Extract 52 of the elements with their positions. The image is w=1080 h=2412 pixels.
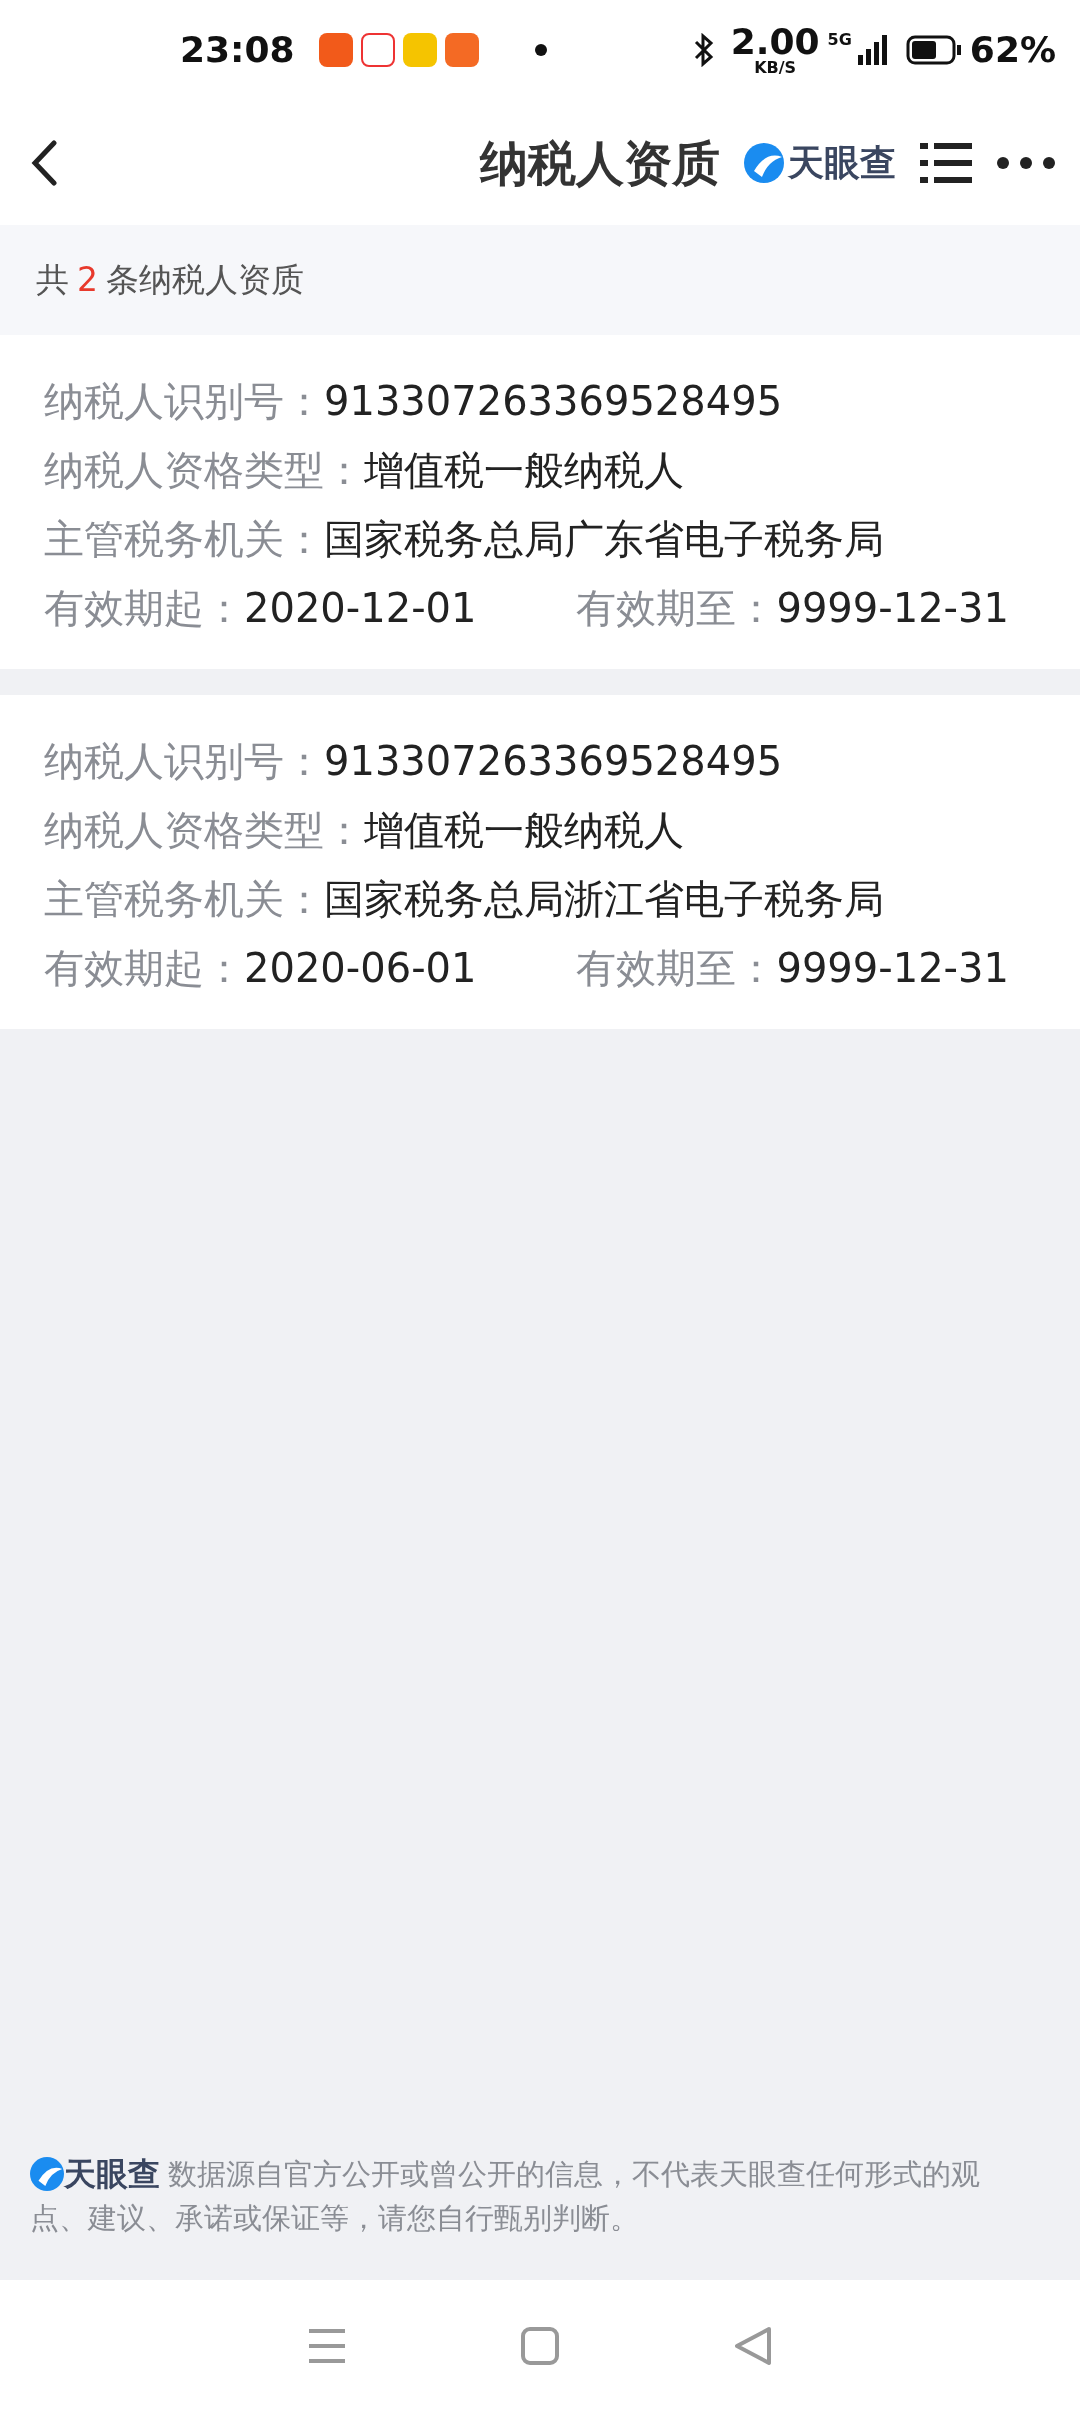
disclaimer-text: 点、建议、承诺或保证等，请您自行甄别判断。 [30,2200,640,2237]
app-icon [360,33,395,67]
field-label: 纳税人识别号： [44,377,324,426]
field-label: 纳税人资格类型： [44,446,364,495]
app-icon [402,33,437,67]
bluetooth-icon [692,33,715,67]
summary-text: 共 [36,259,69,302]
field-label: 有效期起： [44,584,244,633]
home-icon [520,2326,560,2366]
back-button[interactable] [30,139,58,186]
summary-text: 条纳税人资质 [106,259,304,302]
eye-logo-icon [30,2157,64,2191]
notification-dot-icon [534,44,547,56]
field-label: 有效期起： [44,944,244,993]
net-speed: 2.00 [730,24,820,60]
app-icon [444,33,479,67]
field-value: 国家税务总局广东省电子税务局 [324,515,884,564]
field-value: 913307263369528495 [324,377,783,426]
recents-button[interactable] [306,2326,347,2366]
eye-logo-icon [744,142,784,183]
more-icon [996,156,1056,170]
field-value: 增值税一般纳税人 [364,446,684,495]
app-icon [318,33,353,67]
result-count: 2 [77,259,98,302]
triangle-icon [733,2326,774,2366]
field-value: 增值税一般纳税人 [364,806,684,855]
brand-name: 天眼查 [788,140,896,185]
field-value: 2020-12-01 [244,584,477,633]
field-label: 主管税务机关： [44,515,324,564]
field-value: 913307263369528495 [324,737,783,786]
field-value: 2020-06-01 [244,944,477,993]
signal-icon [855,33,890,67]
battery-percent: 62% [969,28,1056,72]
back-nav-button[interactable] [733,2326,774,2366]
field-label: 有效期至： [576,944,777,993]
menu-icon [306,2326,347,2366]
field-label: 纳税人资格类型： [44,806,364,855]
back-icon [30,139,58,186]
network-type: 5G [827,29,852,51]
field-label: 有效期至： [576,584,777,633]
field-label: 主管税务机关： [44,875,324,924]
home-button[interactable] [520,2326,560,2366]
field-label: 纳税人识别号： [44,737,324,786]
disclaimer-text: 数据源自官方公开或曾公开的信息，不代表天眼查任何形式的观 [168,2156,980,2193]
battery-icon [905,35,962,65]
field-value: 9999-12-31 [776,944,1009,993]
field-value: 9999-12-31 [776,584,1009,633]
net-unit: KB/S [754,60,797,76]
brand-name: 天眼查 [64,2154,160,2195]
status-time: 23:08 [180,28,295,72]
page-title: 纳税人资质 [480,133,720,193]
field-value: 国家税务总局浙江省电子税务局 [324,875,884,924]
